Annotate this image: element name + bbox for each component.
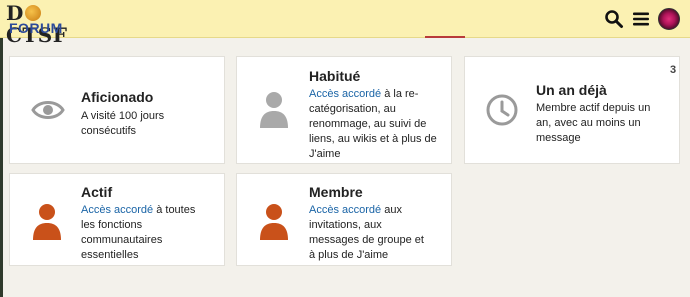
site-logo[interactable]: DCTSF FORUM bbox=[6, 2, 92, 46]
access-granted-text: Accès accordé bbox=[309, 88, 382, 100]
badge-card-habitue[interactable]: Habitué Accès accordé à la re-catégorisa… bbox=[236, 56, 452, 164]
hamburger-menu-icon[interactable] bbox=[630, 8, 652, 30]
user-icon bbox=[32, 203, 62, 246]
badge-title: Un an déjà bbox=[536, 82, 607, 98]
window-edge bbox=[0, 0, 3, 297]
badge-title: Membre bbox=[309, 184, 363, 200]
access-granted-text: Accès accordé bbox=[81, 204, 154, 216]
badge-card-membre[interactable]: Membre Accès accordé aux invitations, au… bbox=[236, 173, 452, 266]
access-granted-text: Accès accordé bbox=[309, 204, 382, 216]
badge-description: Accès accordé à la re-catégorisation, au… bbox=[309, 87, 441, 162]
badge-card-actif[interactable]: Actif Accès accordé à toutes les fonctio… bbox=[9, 173, 225, 266]
active-tab-indicator bbox=[425, 36, 465, 38]
badge-description: Membre actif depuis un an, avec au moins… bbox=[536, 102, 651, 144]
badge-description: Accès accordé aux invitations, aux messa… bbox=[309, 203, 427, 263]
search-icon[interactable] bbox=[603, 8, 625, 30]
user-avatar[interactable] bbox=[658, 8, 680, 30]
eye-icon bbox=[31, 97, 65, 128]
user-icon bbox=[259, 91, 289, 134]
badge-description: Accès accordé à toutes les fonctions com… bbox=[81, 203, 199, 263]
badge-count: 3 bbox=[670, 64, 677, 76]
clock-icon bbox=[486, 94, 518, 131]
user-icon bbox=[259, 203, 289, 246]
site-header: DCTSF FORUM bbox=[0, 0, 690, 46]
badge-description: A visité 100 jours consécutifs bbox=[81, 110, 165, 137]
badge-title: Actif bbox=[81, 184, 113, 200]
badge-card-aficionado[interactable]: Aficionado A visité 100 jours consécutif… bbox=[9, 56, 225, 164]
badge-title: Aficionado bbox=[81, 89, 154, 105]
logo-globe-icon bbox=[24, 5, 41, 21]
badge-card-un-an-deja[interactable]: 3 Un an déjà Membre actif depuis un an, … bbox=[464, 56, 680, 164]
badge-title: Habitué bbox=[309, 68, 361, 84]
logo-forum-text: FORUM bbox=[9, 20, 63, 36]
